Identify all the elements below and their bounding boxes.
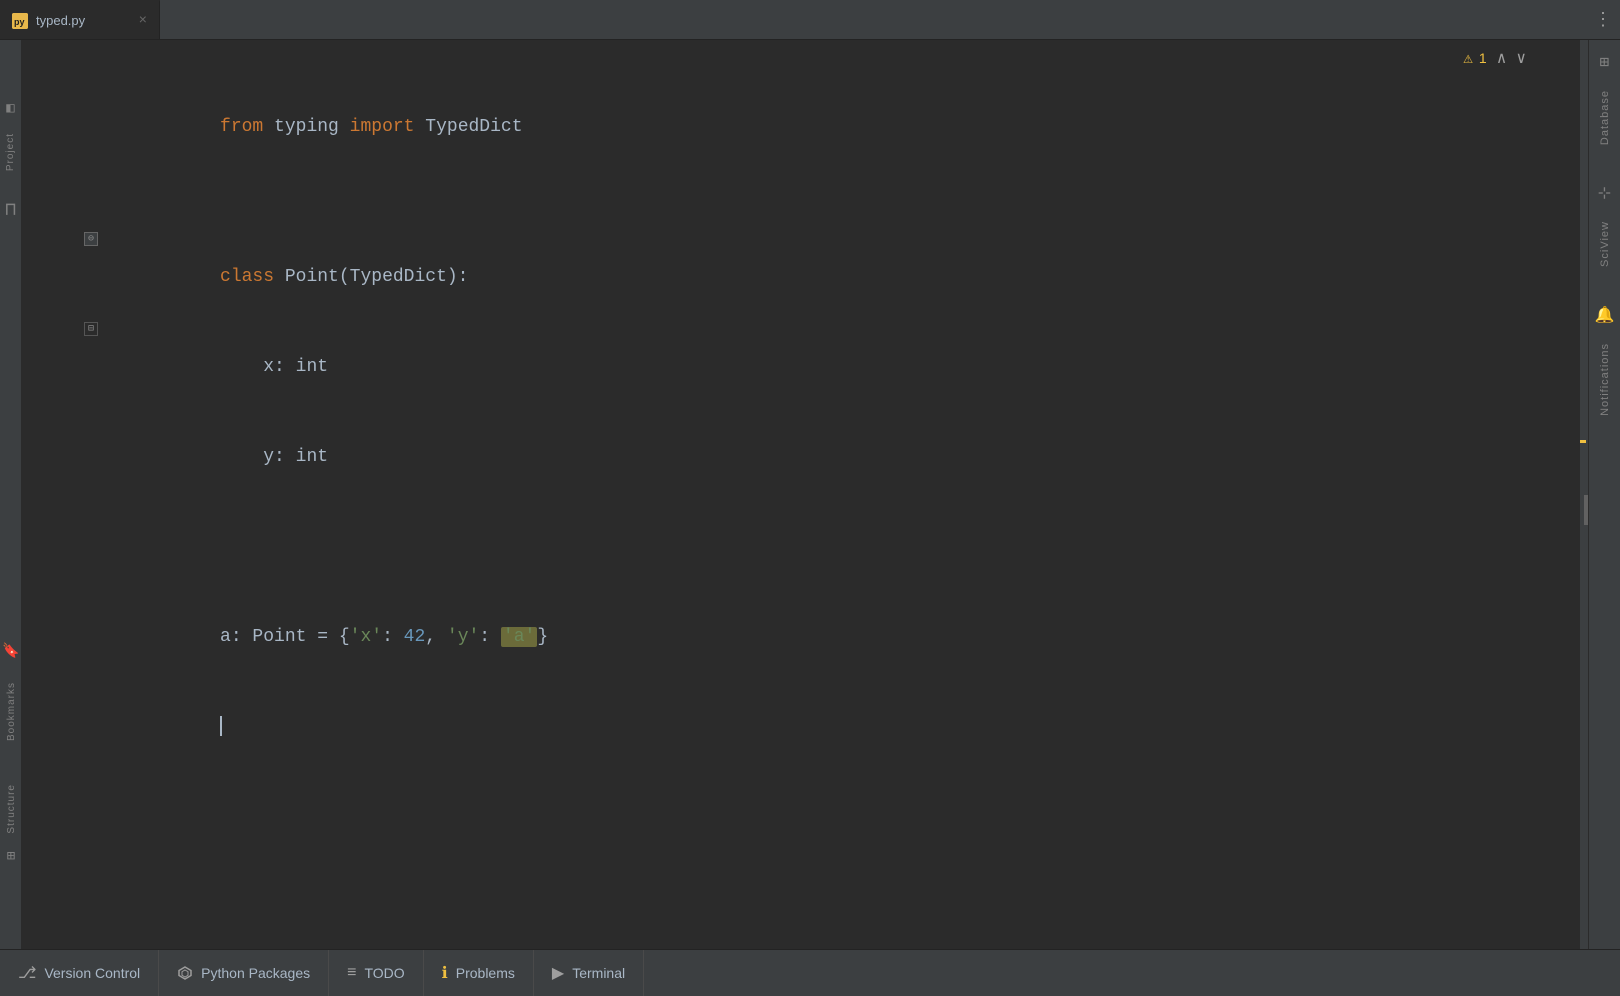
code-line-11: a: Point = {'x': 42, 'y': 'a'} bbox=[22, 592, 1588, 682]
line-gutter-6: ⊟ bbox=[22, 322, 112, 336]
structure-icon: ⊞ bbox=[7, 848, 15, 865]
line-content-11: a: Point = {'x': 42, 'y': 'a'} bbox=[112, 592, 1580, 682]
warning-icon: ⚠ bbox=[1463, 48, 1473, 68]
bookmarks-icon[interactable]: 🔖 bbox=[2, 643, 19, 660]
type-int-x: int bbox=[296, 357, 328, 377]
sidebar-item-project[interactable]: Project bbox=[3, 125, 18, 179]
keyword-class: class bbox=[220, 267, 274, 287]
string-y-key: 'y' bbox=[447, 627, 479, 647]
fold-button-5[interactable]: ⊖ bbox=[84, 232, 98, 246]
database-icon[interactable]: ⊞ bbox=[1596, 48, 1614, 76]
python-packages-icon bbox=[177, 964, 193, 982]
type-int-y: int bbox=[296, 447, 328, 467]
line-content-5: class Point(TypedDict): bbox=[112, 232, 1580, 322]
terminal-icon: ▶ bbox=[552, 963, 564, 983]
line-gutter-5: ⊖ bbox=[22, 232, 112, 246]
file-tab[interactable]: py typed.py × bbox=[0, 0, 160, 39]
tab-close-button[interactable]: × bbox=[139, 13, 147, 29]
tab-bar: py typed.py × ⋮ bbox=[0, 0, 1620, 40]
problems-button[interactable]: ℹ Problems bbox=[424, 950, 534, 996]
imported-name: TypedDict bbox=[414, 117, 522, 137]
version-control-label: Version Control bbox=[44, 965, 140, 981]
code-line-12 bbox=[22, 682, 1588, 772]
keyword-from: from bbox=[220, 117, 263, 137]
sidebar-item-bookmarks[interactable]: Bookmarks bbox=[4, 674, 19, 749]
terminal-label: Terminal bbox=[572, 965, 625, 981]
line-content-12 bbox=[112, 682, 1580, 772]
line-content-2: from typing import TypedDict bbox=[112, 82, 1580, 172]
python-packages-label: Python Packages bbox=[201, 965, 310, 981]
left-sidebar-strip: ◧ Project ⊓ 🔖 Bookmarks Structure ⊞ bbox=[0, 40, 22, 949]
code-editor[interactable]: from typing import TypedDict ⊖ class Poi… bbox=[22, 40, 1588, 949]
warning-scroll-marker bbox=[1580, 440, 1586, 443]
sidebar-item-notifications[interactable]: Notifications bbox=[1597, 337, 1613, 422]
notifications-icon[interactable]: 🔔 bbox=[1591, 301, 1619, 329]
main-area: ◧ Project ⊓ 🔖 Bookmarks Structure ⊞ ⚠ 1 … bbox=[0, 40, 1620, 949]
project-icon[interactable]: ◧ bbox=[6, 100, 14, 117]
todo-label: TODO bbox=[364, 965, 404, 981]
scrollbar[interactable] bbox=[1580, 40, 1588, 949]
line-content-10 bbox=[112, 562, 1580, 592]
code-line-7: y: int bbox=[22, 412, 1588, 502]
sciview-icon[interactable]: ⊹ bbox=[1594, 179, 1615, 207]
python-packages-button[interactable]: Python Packages bbox=[159, 950, 329, 996]
code-line-9 bbox=[22, 532, 1588, 562]
todo-icon: ≡ bbox=[347, 964, 356, 982]
svg-text:py: py bbox=[14, 17, 25, 27]
class-definition: Point(TypedDict): bbox=[274, 267, 468, 287]
warning-count: 1 bbox=[1479, 50, 1487, 66]
line-content-9 bbox=[112, 532, 1580, 562]
code-line-5: ⊖ class Point(TypedDict): bbox=[22, 232, 1588, 322]
prev-warning-button[interactable]: ∧ bbox=[1497, 48, 1507, 68]
tab-label: typed.py bbox=[36, 13, 85, 28]
version-control-icon: ⎇ bbox=[18, 963, 36, 983]
line-content-7: y: int bbox=[112, 412, 1580, 502]
keyword-import: import bbox=[350, 117, 415, 137]
code-line-3 bbox=[22, 172, 1588, 202]
code-line-2: from typing import TypedDict bbox=[22, 82, 1588, 172]
right-sidebar: ⊞ Database ⊹ SciView 🔔 Notifications bbox=[1588, 40, 1620, 949]
line-content-8 bbox=[112, 502, 1580, 532]
status-bar: ⎇ Version Control Python Packages ≡ TODO… bbox=[0, 949, 1620, 996]
code-line-8 bbox=[22, 502, 1588, 532]
fold-button-6[interactable]: ⊟ bbox=[84, 322, 98, 336]
python-file-icon: py bbox=[12, 13, 28, 29]
code-line-10 bbox=[22, 562, 1588, 592]
tab-menu-button[interactable]: ⋮ bbox=[1594, 0, 1620, 39]
problems-label: Problems bbox=[456, 965, 515, 981]
code-line-6: ⊟ x: int bbox=[22, 322, 1588, 412]
warning-bar: ⚠ 1 ∧ ∨ bbox=[1451, 40, 1538, 76]
next-warning-button[interactable]: ∨ bbox=[1516, 48, 1526, 68]
number-42: 42 bbox=[404, 627, 426, 647]
code-line-4 bbox=[22, 202, 1588, 232]
line-content-4 bbox=[112, 202, 1580, 232]
sidebar-item-sciview[interactable]: SciView bbox=[1597, 215, 1613, 273]
line-content-3 bbox=[112, 172, 1580, 202]
file-icon: ⊓ bbox=[5, 199, 16, 221]
line-content-6: x: int bbox=[112, 322, 1580, 412]
editor-area: ⚠ 1 ∧ ∨ from typing import TypedDict bbox=[22, 40, 1588, 949]
version-control-button[interactable]: ⎇ Version Control bbox=[0, 950, 159, 996]
scroll-thumb[interactable] bbox=[1584, 495, 1588, 525]
string-x-key: 'x' bbox=[350, 627, 382, 647]
problems-icon: ℹ bbox=[442, 963, 448, 983]
error-value: 'a' bbox=[501, 627, 537, 647]
sidebar-item-structure[interactable]: Structure bbox=[4, 776, 19, 842]
terminal-button[interactable]: ▶ Terminal bbox=[534, 950, 644, 996]
code-line-1 bbox=[22, 52, 1588, 82]
module-name: typing bbox=[263, 117, 349, 137]
text-cursor bbox=[220, 716, 222, 736]
line-content-1 bbox=[112, 52, 1580, 82]
sidebar-item-database[interactable]: Database bbox=[1597, 84, 1613, 151]
todo-button[interactable]: ≡ TODO bbox=[329, 950, 424, 996]
